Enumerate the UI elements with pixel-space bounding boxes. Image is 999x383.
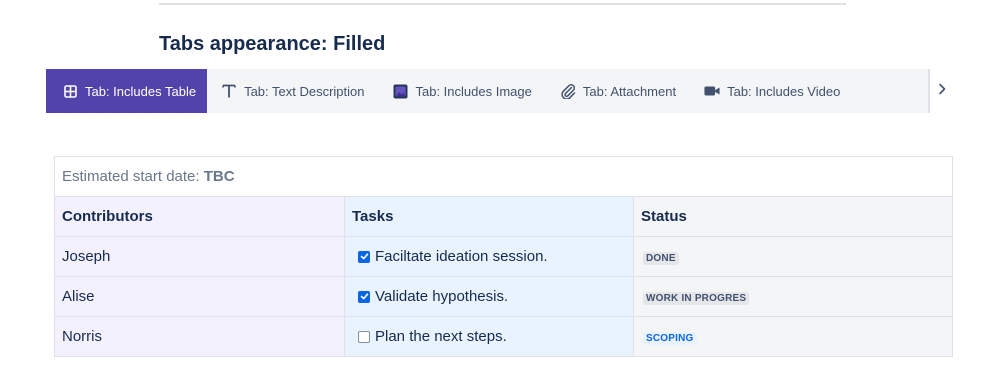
- table-row: Norris Plan the next steps. SCOPING: [54, 316, 953, 357]
- tab-label: Tab: Text Description: [244, 83, 365, 99]
- task-text: Validate hypothesis.: [375, 288, 509, 305]
- tab-includes-image[interactable]: Tab: Includes Image: [379, 69, 546, 113]
- divider: [159, 3, 846, 5]
- chevron-right-icon: [938, 82, 946, 100]
- status-badge: SCOPING: [643, 332, 697, 345]
- image-icon: [393, 83, 409, 99]
- task-text: Faciltate ideation session.: [375, 248, 548, 265]
- tab-scroll-right-button[interactable]: [928, 69, 954, 113]
- contributors-table: Estimated start date: TBC Contributors T…: [54, 156, 953, 357]
- text-icon: [221, 83, 237, 99]
- status-cell: WORK IN PROGRES: [633, 276, 953, 317]
- section-heading: Tabs appearance: Filled: [159, 33, 386, 55]
- paperclip-icon: [560, 83, 576, 99]
- status-badge: WORK IN PROGRES: [643, 292, 750, 305]
- task-cell: Validate hypothesis.: [344, 276, 634, 317]
- tab-label: Tab: Attachment: [582, 83, 677, 99]
- status-cell: SCOPING: [633, 316, 953, 357]
- caption-value: TBC: [203, 168, 235, 185]
- table-caption: Estimated start date: TBC: [54, 156, 953, 197]
- tab-label: Tab: Includes Video: [727, 83, 841, 99]
- task-checkbox[interactable]: [358, 290, 370, 303]
- header-tasks: Tasks: [344, 196, 634, 237]
- tab-label: Tab: Includes Table: [85, 83, 197, 99]
- task-checkbox[interactable]: [358, 330, 370, 343]
- task-text: Plan the next steps.: [375, 328, 507, 345]
- task-cell: Faciltate ideation session.: [344, 236, 634, 277]
- tab-attachment[interactable]: Tab: Attachment: [546, 69, 690, 113]
- caption-prefix: Estimated start date:: [62, 168, 204, 185]
- tab-includes-video[interactable]: Tab: Includes Video: [690, 69, 854, 113]
- status-cell: DONE: [633, 236, 953, 277]
- tab-includes-table[interactable]: Tab: Includes Table: [46, 69, 208, 113]
- contributor-cell: Alise: [54, 276, 345, 317]
- task-checkbox[interactable]: [358, 250, 370, 263]
- table-icon: [62, 83, 78, 99]
- contributor-cell: Joseph: [54, 236, 345, 277]
- tab-bar-spacer: [854, 69, 928, 113]
- tab-bar: Tab: Includes Table Tab: Text Descriptio…: [46, 69, 954, 113]
- status-badge: DONE: [643, 252, 679, 265]
- tab-text-description[interactable]: Tab: Text Description: [207, 69, 378, 113]
- header-contributors: Contributors: [54, 196, 345, 237]
- contributor-cell: Norris: [54, 316, 345, 357]
- table-row: Joseph Faciltate ideation session. DONE: [54, 236, 953, 277]
- task-cell: Plan the next steps.: [344, 316, 634, 357]
- header-status: Status: [633, 196, 953, 237]
- video-icon: [704, 83, 720, 99]
- tab-label: Tab: Includes Image: [415, 83, 532, 99]
- table-row: Alise Validate hypothesis. WORK IN PROGR…: [54, 276, 953, 317]
